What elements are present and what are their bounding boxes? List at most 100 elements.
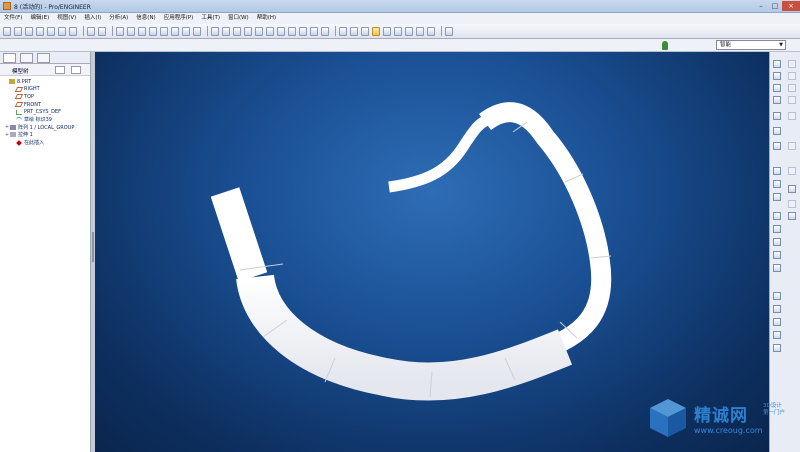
analysis-tool-icon[interactable] (773, 142, 781, 150)
datum-point-tool-icon[interactable] (788, 84, 796, 92)
print-icon[interactable] (47, 26, 55, 36)
menu-analysis[interactable]: 分析(A) (105, 13, 132, 24)
open-dir-icon[interactable] (25, 26, 33, 36)
datum-axis-tool-icon[interactable] (773, 84, 781, 92)
vertical-pipe-segment[interactable] (210, 187, 268, 282)
context-help-icon[interactable] (445, 26, 453, 36)
tree-item[interactable]: + 阵列 1 / LOCAL_GROUP (0, 124, 90, 132)
paste-icon[interactable] (138, 26, 146, 36)
menu-applications[interactable]: 应用程序(P) (160, 13, 198, 24)
chamfer-tool-icon[interactable] (773, 264, 781, 272)
trim-tool-icon[interactable] (773, 318, 781, 326)
merge-tool-icon[interactable] (773, 305, 781, 313)
sketch-tool-icon[interactable] (773, 167, 781, 175)
email-icon[interactable] (58, 26, 66, 36)
datum-plane-tool-icon[interactable] (773, 60, 781, 68)
hidden-line-icon[interactable] (350, 26, 358, 36)
model-view[interactable] (95, 52, 769, 452)
shell-tool-icon[interactable] (788, 212, 796, 220)
tree-item[interactable]: + 拉伸 1 (0, 131, 90, 139)
thicken-tool-icon[interactable] (773, 344, 781, 352)
tree-item[interactable]: FRONT (0, 101, 90, 109)
saved-views-icon[interactable] (299, 26, 307, 36)
view-manager-icon[interactable] (321, 26, 329, 36)
hole-tool-icon[interactable] (773, 212, 781, 220)
zoom-out-icon[interactable] (266, 26, 274, 36)
revolve-tool-icon[interactable] (788, 167, 796, 175)
no-hidden-icon[interactable] (361, 26, 369, 36)
extrude-tool-icon[interactable] (773, 180, 781, 188)
menu-window[interactable]: 窗口(W) (224, 13, 253, 24)
cut-icon[interactable] (116, 26, 124, 36)
select-box-icon[interactable] (193, 26, 201, 36)
copy-icon[interactable] (127, 26, 135, 36)
menu-insert[interactable]: 插入(I) (80, 13, 105, 24)
tree-item[interactable]: 草绘 标识39 (0, 116, 90, 124)
redo-icon[interactable] (98, 26, 106, 36)
rib-tool-icon[interactable] (773, 225, 781, 233)
datum-plane-tool-icon[interactable] (773, 72, 781, 80)
splitter-grip[interactable] (92, 232, 94, 262)
datum-curve-tool-icon[interactable] (773, 96, 781, 104)
tree-item[interactable]: TOP (0, 93, 90, 101)
menu-tools[interactable]: 工具(T) (197, 13, 224, 24)
undo-icon[interactable] (87, 26, 95, 36)
open-file-icon[interactable] (14, 26, 22, 36)
sketch-tool-icon[interactable] (788, 96, 796, 104)
tree-settings-icon[interactable] (55, 66, 65, 74)
menu-file[interactable]: 文件(F) (0, 13, 26, 24)
zoom-in-icon[interactable] (255, 26, 263, 36)
layers-icon[interactable] (310, 26, 318, 36)
minimize-button[interactable]: – (754, 1, 768, 11)
menu-edit[interactable]: 编辑(E) (26, 13, 53, 24)
graphics-window[interactable] (95, 52, 769, 452)
wireframe-icon[interactable] (339, 26, 347, 36)
appearance-icon[interactable] (211, 26, 219, 36)
extrude-tool-icon[interactable] (788, 142, 796, 150)
annotations-icon[interactable] (427, 26, 435, 36)
find-icon[interactable] (182, 26, 190, 36)
selection-filter-select[interactable]: 智能 ▼ (716, 40, 786, 50)
tab-folder-browser[interactable] (20, 53, 33, 63)
new-file-icon[interactable] (3, 26, 11, 36)
reorient-icon[interactable] (288, 26, 296, 36)
regenerate-icon[interactable] (160, 26, 168, 36)
datum-axis-tool-icon[interactable] (788, 60, 796, 68)
draft-tool-icon[interactable] (773, 238, 781, 246)
revolve-tool-icon[interactable] (773, 193, 781, 201)
refit-icon[interactable] (277, 26, 285, 36)
csys-tool-icon[interactable] (773, 127, 781, 135)
datum-axes-icon[interactable] (394, 26, 402, 36)
email-link-icon[interactable] (69, 26, 77, 36)
save-icon[interactable] (36, 26, 44, 36)
maximize-button[interactable]: □ (768, 1, 782, 11)
tab-favorites[interactable] (37, 53, 50, 63)
mirror-tool-icon[interactable] (773, 292, 781, 300)
blend-tool-icon[interactable] (788, 200, 796, 208)
loop-sweep-segment[interactable] (479, 102, 612, 362)
thin-sweep-segment[interactable] (388, 112, 497, 193)
main-sweep-segment[interactable] (236, 273, 573, 401)
repaint-icon[interactable] (222, 26, 230, 36)
variable-sweep-tool-icon[interactable] (788, 185, 796, 193)
menu-view[interactable]: 视图(V) (53, 13, 80, 24)
tree-item[interactable]: 8.PRT (0, 78, 90, 86)
shading-icon[interactable] (372, 26, 380, 36)
datum-curve-tool-icon[interactable] (788, 72, 796, 80)
tree-item[interactable]: PRT_CSYS_DEF (0, 108, 90, 116)
menu-info[interactable]: 信息(N) (132, 13, 159, 24)
menu-help[interactable]: 帮助(H) (253, 13, 280, 24)
regen-manager-icon[interactable] (171, 26, 179, 36)
spin-center-icon[interactable] (233, 26, 241, 36)
point-on-icon[interactable] (405, 26, 413, 36)
tab-model-tree[interactable] (3, 53, 16, 63)
paste-special-icon[interactable] (149, 26, 157, 36)
csys-on-icon[interactable] (416, 26, 424, 36)
tree-item[interactable]: 在此插入 (0, 139, 90, 147)
offset-tool-icon[interactable] (773, 331, 781, 339)
datum-point-tool-icon[interactable] (773, 112, 781, 120)
round-tool-icon[interactable] (773, 251, 781, 259)
orient-mode-icon[interactable] (244, 26, 252, 36)
tree-item[interactable]: RIGHT (0, 86, 90, 94)
close-button[interactable]: × (782, 1, 800, 11)
